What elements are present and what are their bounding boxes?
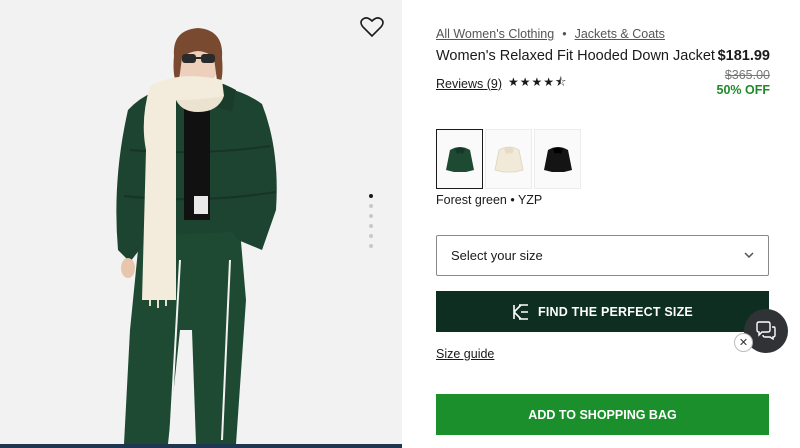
product-photo <box>116 28 277 444</box>
jacket-thumbnail-icon <box>494 146 523 173</box>
breadcrumb-separator: • <box>562 27 567 41</box>
product-title: Women's Relaxed Fit Hooded Down Jacket <box>436 48 715 64</box>
breadcrumb-link-jackets-coats[interactable]: Jackets & Coats <box>575 27 665 41</box>
gallery-dot[interactable] <box>369 204 373 208</box>
product-image-gallery[interactable] <box>0 0 402 448</box>
bottom-divider <box>0 444 402 448</box>
selected-color-label: Forest green • YZP <box>436 193 543 207</box>
swatch-cream[interactable] <box>485 129 532 189</box>
reviews-link[interactable]: Reviews (9) <box>436 77 502 91</box>
gallery-dot[interactable] <box>369 234 373 238</box>
size-select-dropdown[interactable]: Select your size <box>436 235 769 276</box>
jacket-thumbnail-icon <box>445 147 474 172</box>
chat-bubbles-icon <box>756 321 776 341</box>
discount-badge: 50% OFF <box>716 83 771 97</box>
original-price: $365.00 <box>724 68 770 82</box>
gallery-dot-active[interactable] <box>369 194 373 198</box>
gallery-dot[interactable] <box>369 224 373 228</box>
size-select-placeholder: Select your size <box>451 248 543 263</box>
chat-close-icon[interactable]: ✕ <box>734 333 753 352</box>
gallery-pagination <box>369 194 375 254</box>
reviews-row: Reviews (9) ★★★★⯪ <box>436 73 567 94</box>
breadcrumb: All Women's Clothing • Jackets & Coats <box>436 27 665 41</box>
find-perfect-size-button[interactable]: FIND THE PERFECT SIZE <box>436 291 769 332</box>
gallery-dot[interactable] <box>369 244 373 248</box>
wishlist-heart-icon[interactable] <box>360 16 386 40</box>
size-guide-link[interactable]: Size guide <box>436 347 494 361</box>
jacket-thumbnail-icon <box>543 147 572 172</box>
color-swatches <box>436 129 581 189</box>
star-rating-icon: ★★★★⯪ <box>508 75 568 89</box>
add-to-bag-button[interactable]: ADD TO SHOPPING BAG <box>436 394 769 435</box>
find-perfect-size-label: FIND THE PERFECT SIZE <box>538 304 693 319</box>
swatch-forest-green[interactable] <box>436 129 483 189</box>
sale-price: $181.99 <box>717 48 770 64</box>
gallery-dot[interactable] <box>369 214 373 218</box>
chevron-down-icon <box>744 250 754 261</box>
kiwi-size-logo-icon <box>513 303 529 320</box>
breadcrumb-link-womens-clothing[interactable]: All Women's Clothing <box>436 27 554 41</box>
swatch-black[interactable] <box>534 129 581 189</box>
add-to-bag-label: ADD TO SHOPPING BAG <box>528 407 677 422</box>
